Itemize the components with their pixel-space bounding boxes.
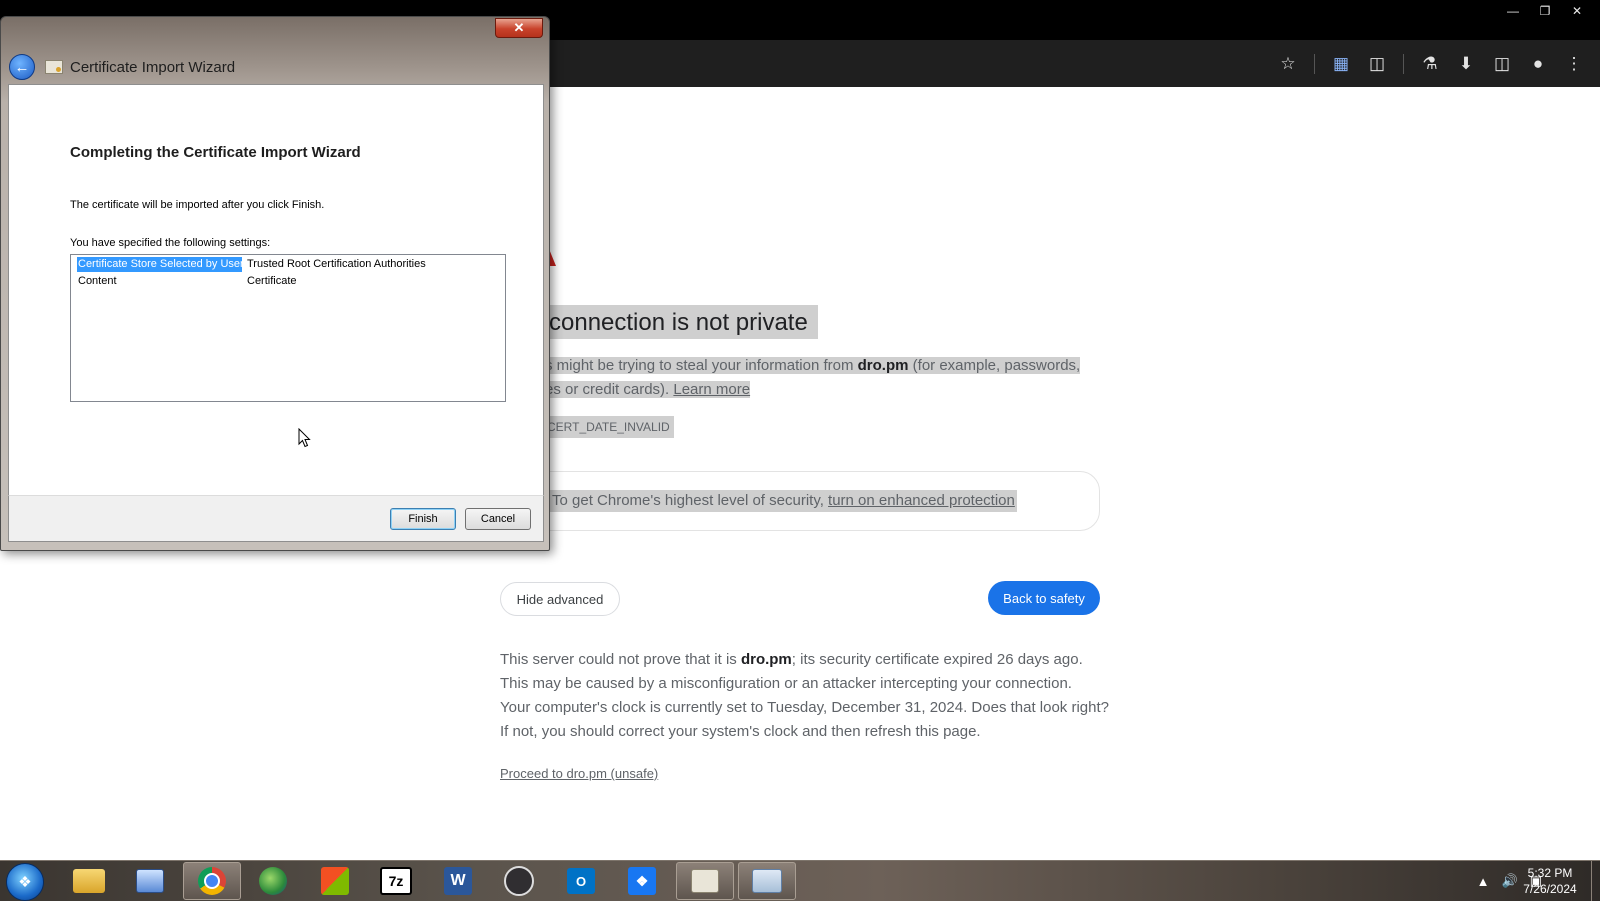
explain-line2: es or credit cards). [545, 381, 674, 398]
clock-date: 7/26/2024 [1523, 882, 1577, 896]
taskbar: ❖ 7z W O ❖ ▲ 🔊 ▣ 5:32 PM 7/26/2024 [0, 860, 1600, 901]
hide-advanced-button[interactable]: Hide advanced [500, 582, 620, 616]
enhanced-prefix: To get Chrome's highest level of securit… [552, 492, 829, 509]
dialog-title: Certificate Import Wizard [70, 58, 236, 76]
clock[interactable]: 5:32 PM 7/26/2024 [1510, 865, 1590, 897]
start-button[interactable]: ❖ [6, 863, 44, 901]
proceed-unsafe-link[interactable]: Proceed to dro.pm (unsafe) [500, 766, 658, 781]
globe-app-icon[interactable] [244, 862, 302, 900]
details-1a: This server could not prove that it is [500, 651, 741, 668]
back-to-safety-button[interactable]: Back to safety [988, 581, 1100, 615]
7zip-icon[interactable]: 7z [367, 862, 425, 900]
explain-suffix: (for example, passwords, [908, 357, 1081, 374]
explanation-text: s might be trying to steal your informat… [545, 354, 1095, 402]
details-domain: dro.pm [740, 651, 792, 668]
page-heading: connection is not private [545, 305, 818, 339]
word-label: W [444, 867, 472, 895]
app-icon-blue[interactable]: ❖ [613, 862, 671, 900]
dialog-body: Completing the Certificate Import Wizard… [8, 84, 544, 496]
certificate-icon [45, 60, 63, 74]
tray-expand-icon[interactable]: ▲ [1477, 874, 1490, 889]
setting-key: Certificate Store Selected by User [77, 257, 244, 272]
side-panel-icon[interactable]: ◫ [1488, 50, 1516, 78]
explain-prefix: s might be trying to steal your informat… [545, 357, 858, 374]
details-1b: ; its security certificate expired 26 da… [791, 651, 1083, 668]
learn-more-link[interactable]: Learn more [673, 381, 750, 398]
word-icon[interactable]: W [429, 862, 487, 900]
chrome-icon[interactable] [183, 862, 241, 900]
dialog-titlebar: ← Certificate Import Wizard [9, 52, 235, 82]
details-4: If not, you should correct your system's… [500, 723, 981, 740]
profile-icon[interactable]: ● [1524, 50, 1552, 78]
dialog-close-button[interactable]: ✕ [495, 18, 543, 38]
cancel-button[interactable]: Cancel [465, 508, 531, 530]
details-text: This server could not prove that it is d… [500, 648, 1120, 744]
labs-icon[interactable]: ⚗ [1416, 50, 1444, 78]
close-icon[interactable]: ✕ [1562, 2, 1592, 20]
outlook-icon[interactable]: O [552, 862, 610, 900]
download-icon[interactable]: ⬇ [1452, 50, 1480, 78]
certificate-import-wizard-dialog: ✕ ← Certificate Import Wizard Completing… [0, 16, 550, 551]
star-icon[interactable]: ☆ [1274, 50, 1302, 78]
finish-button[interactable]: Finish [390, 508, 456, 530]
remote-desktop-icon[interactable] [121, 862, 179, 900]
file-explorer-icon[interactable] [60, 862, 118, 900]
details-2: This may be caused by a misconfiguration… [500, 675, 1072, 692]
show-desktop-button[interactable] [1591, 861, 1600, 901]
dialog-footer: Finish Cancel [8, 495, 544, 542]
settings-label: You have specified the following setting… [70, 237, 271, 249]
back-arrow-icon[interactable]: ← [9, 54, 35, 80]
wizard-info-text: The certificate will be imported after y… [70, 199, 325, 211]
settings-list[interactable]: Certificate Store Selected by User Trust… [70, 254, 506, 402]
wizard-heading: Completing the Certificate Import Wizard [70, 144, 361, 161]
media-icon[interactable]: ▦ [1327, 50, 1355, 78]
setting-value: Trusted Root Certification Authorities [247, 258, 426, 270]
setting-value: Certificate [247, 275, 297, 287]
window-controls: — ❐ ✕ [1498, 2, 1592, 20]
enhanced-protection-link[interactable]: turn on enhanced protection [828, 492, 1015, 509]
toolbar-divider [1314, 53, 1315, 74]
menu-icon[interactable]: ⋮ [1560, 50, 1588, 78]
office-app-icon[interactable] [306, 862, 364, 900]
toolbar-divider [1403, 53, 1404, 74]
mouse-cursor-icon [298, 428, 311, 448]
minimize-icon[interactable]: — [1498, 2, 1528, 20]
restore-icon[interactable]: ❐ [1530, 2, 1560, 20]
obs-icon[interactable] [490, 862, 548, 900]
enhanced-protection-text: To get Chrome's highest level of securit… [550, 490, 1017, 512]
domain-name: dro.pm [857, 357, 909, 374]
certificate-manager-icon[interactable] [676, 862, 734, 900]
details-3: Your computer's clock is currently set t… [500, 699, 1110, 716]
7zip-label: 7z [380, 867, 412, 895]
setting-key: Content [78, 275, 117, 287]
error-code: CERT_DATE_INVALID [545, 416, 674, 438]
import-wizard-taskbar-icon[interactable] [738, 862, 796, 900]
clock-time: 5:32 PM [1527, 866, 1573, 880]
extensions-icon[interactable]: ◫ [1363, 50, 1391, 78]
